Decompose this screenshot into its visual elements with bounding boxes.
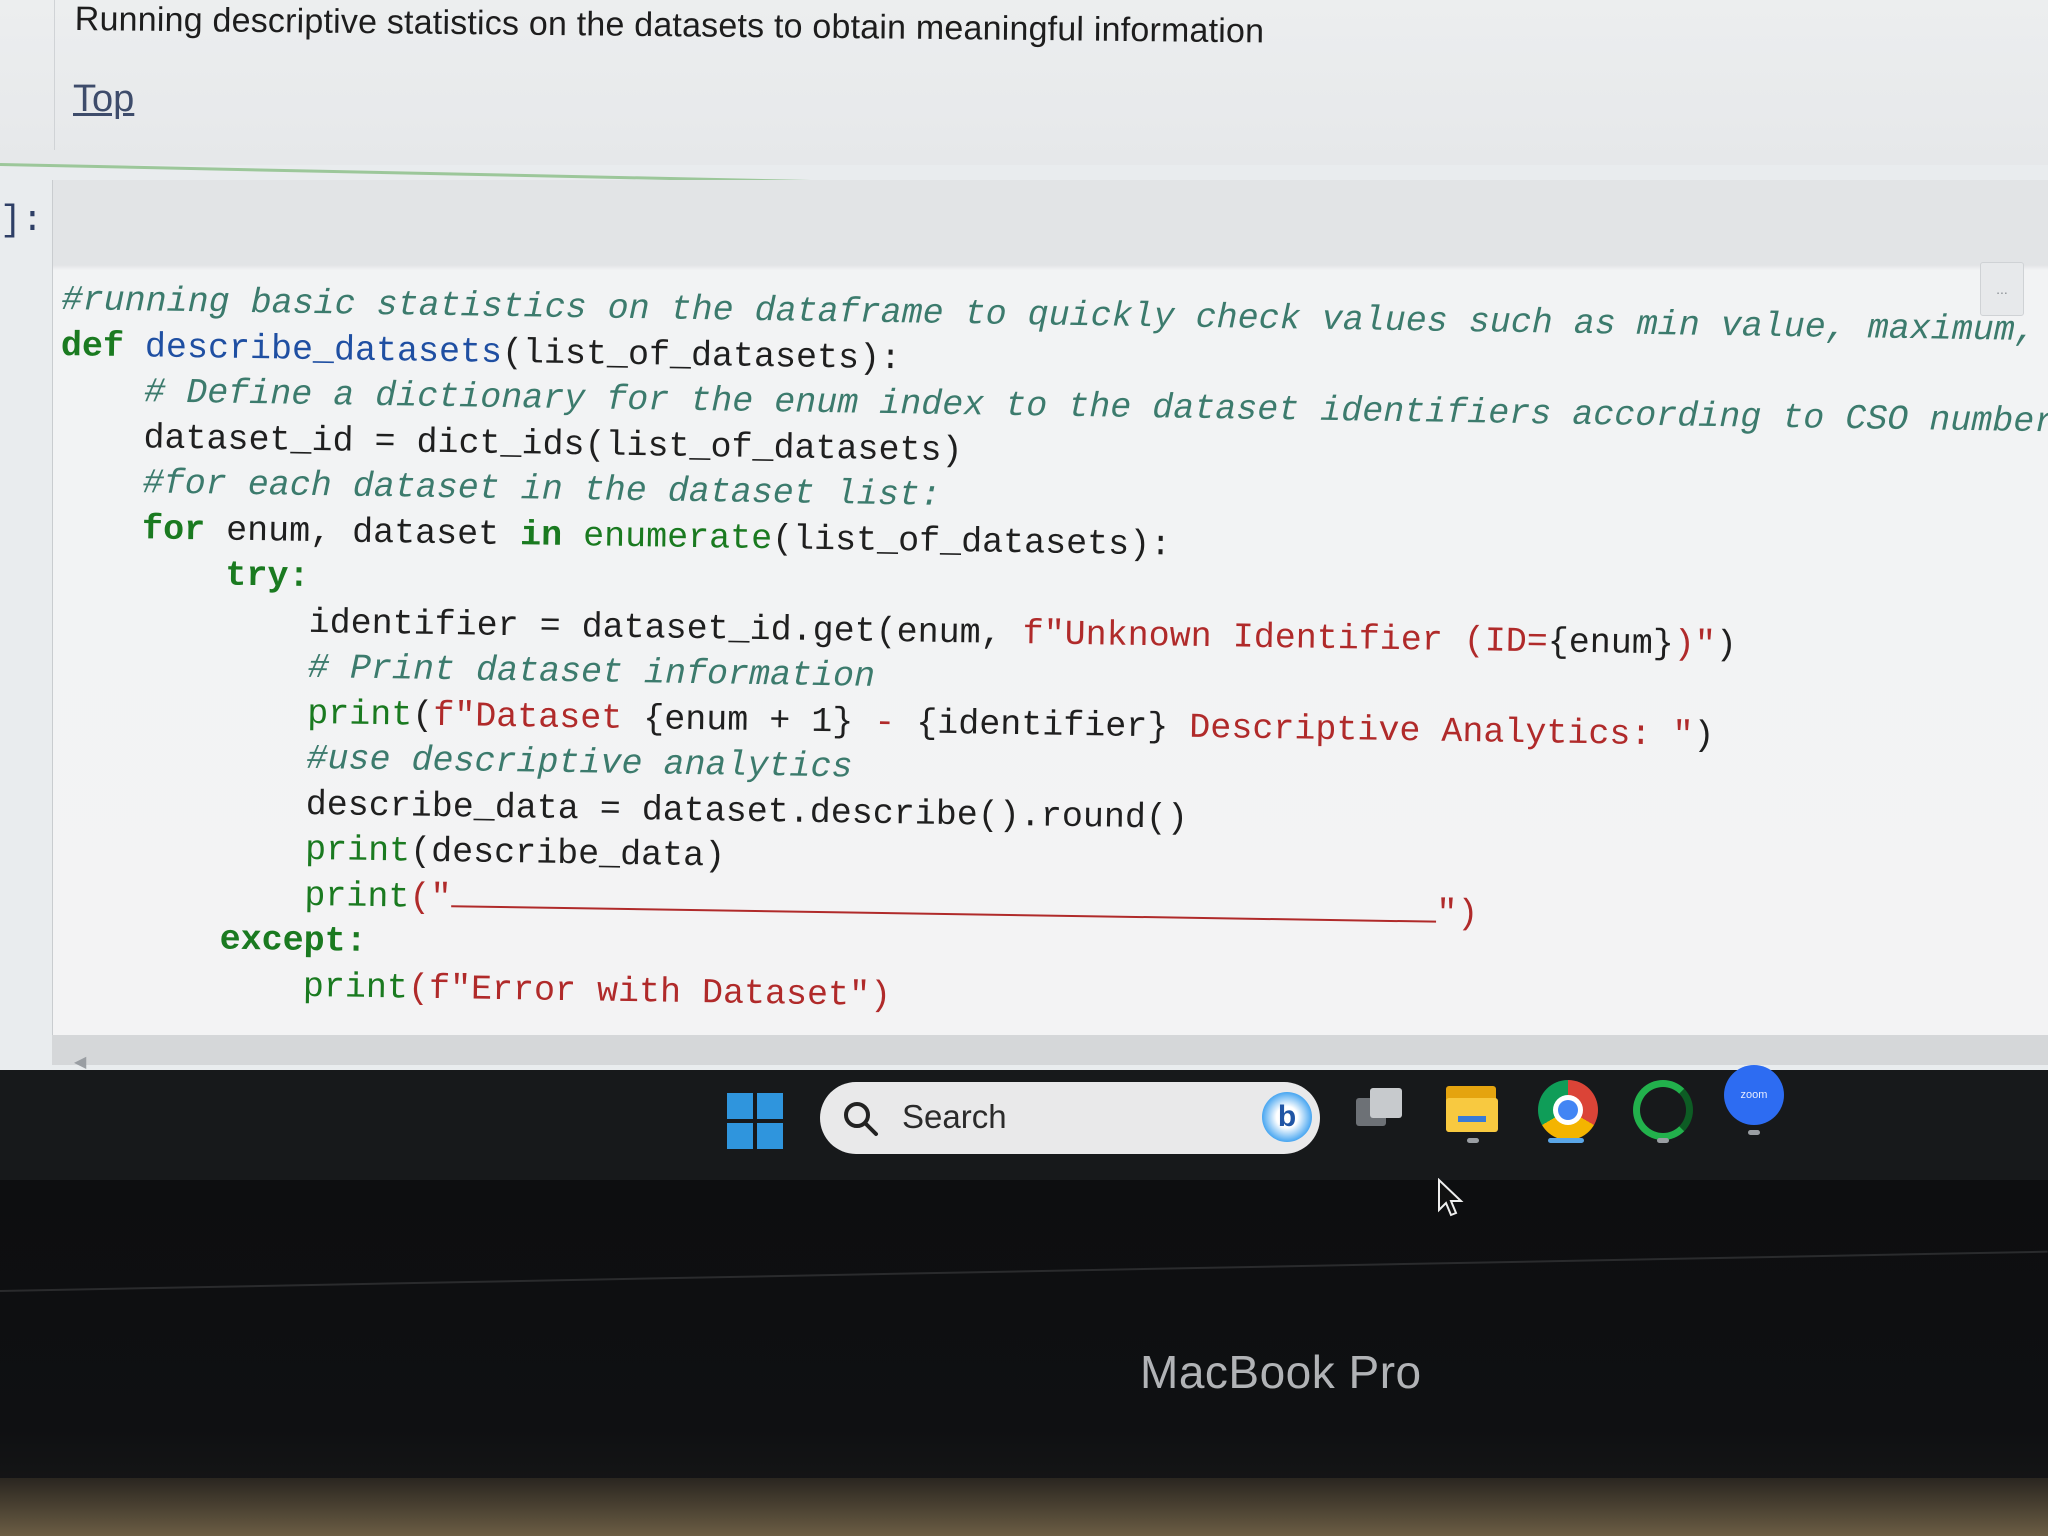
search-icon	[844, 1102, 878, 1136]
top-link[interactable]: Top	[73, 78, 134, 121]
start-button[interactable]	[727, 1093, 783, 1149]
code-editor[interactable]: #running basic statistics on the datafra…	[51, 278, 2048, 1040]
code-line-5: #for each dataset in the dataset list:	[142, 463, 942, 516]
in-keyword: in	[519, 514, 563, 556]
code-line-10-string: f"Dataset	[432, 695, 644, 739]
running-indicator	[1748, 1130, 1760, 1135]
print-builtin: print	[302, 966, 409, 1009]
code-line-10-dash: -	[852, 701, 917, 743]
enumerate-builtin: enumerate	[582, 515, 773, 559]
except-keyword: except:	[219, 919, 367, 962]
separator-string	[451, 878, 1437, 923]
markdown-heading: Running descriptive statistics on the da…	[74, 0, 1265, 51]
macbook-label: MacBook Pro	[1140, 1346, 1422, 1398]
code-line-12: describe_data = dataset.describe().round…	[305, 784, 1189, 839]
code-line-8-string-end: )"	[1673, 623, 1717, 665]
scroll-left-arrow-icon[interactable]: ◀	[74, 1052, 86, 1072]
windows-logo-icon	[727, 1123, 753, 1149]
code-line-11: #use descriptive analytics	[306, 738, 853, 788]
code-line-13: (describe_data)	[409, 831, 726, 877]
active-indicator	[1548, 1138, 1584, 1143]
windows-logo-icon	[757, 1093, 783, 1119]
running-indicator	[1467, 1138, 1479, 1143]
markdown-cell: Running descriptive statistics on the da…	[0, 0, 2048, 165]
code-line-8-var: {enum}	[1547, 621, 1675, 664]
taskbar-search-box[interactable]: Search b	[820, 1082, 1320, 1154]
running-indicator	[1657, 1138, 1669, 1143]
file-explorer-icon[interactable]	[1442, 1080, 1502, 1140]
horizontal-scrollbar[interactable]	[52, 1035, 2048, 1065]
for-keyword: for	[141, 508, 206, 550]
zoom-icon[interactable]: zoom	[1724, 1065, 1784, 1125]
cell-gutter	[54, 0, 55, 150]
windows-logo-icon	[727, 1093, 753, 1119]
print-builtin: print	[306, 693, 413, 736]
bing-icon[interactable]: b	[1262, 1092, 1312, 1142]
print-builtin: print	[304, 875, 410, 918]
code-line-8-close: )	[1715, 624, 1738, 665]
code-line-6-args: (list_of_datasets):	[771, 518, 1172, 565]
windows-logo-icon	[757, 1123, 783, 1149]
green-ring-app-icon[interactable]	[1633, 1080, 1693, 1140]
search-placeholder: Search	[902, 1098, 1007, 1135]
code-line-10-string-end: Descriptive Analytics: "	[1168, 706, 1694, 756]
task-view-icon[interactable]	[1348, 1080, 1408, 1140]
code-line-4: dataset_id = dict_ids(list_of_datasets)	[143, 417, 963, 471]
code-line-8: identifier = dataset_id.get(enum,	[308, 602, 1024, 654]
code-line-10-close: )	[1693, 715, 1715, 756]
code-line-10-var2: {identifier}	[916, 702, 1169, 747]
code-line-2-args: (list_of_datasets):	[501, 332, 902, 379]
chrome-icon[interactable]	[1538, 1080, 1598, 1140]
function-name: describe_datasets	[144, 326, 503, 373]
code-line-8-string: f"Unknown Identifier (ID=	[1022, 613, 1549, 662]
code-line-9: # Print dataset information	[307, 647, 876, 697]
code-line-14-open: ("	[409, 877, 452, 918]
try-keyword: try:	[225, 555, 310, 597]
print-builtin: print	[304, 829, 411, 872]
mouse-pointer-icon	[1438, 1178, 1464, 1217]
desk-surface	[0, 1478, 2048, 1536]
code-line-16: (f"Error with Dataset")	[407, 968, 892, 1016]
code-line-10-var1: {enum + 1}	[642, 698, 854, 742]
code-line-14-close: ")	[1435, 893, 1479, 934]
code-line-10-open: (	[411, 695, 434, 736]
def-keyword: def	[60, 325, 125, 367]
cell-prompt: ]:	[0, 200, 44, 241]
code-line-6-vars: enum, dataset	[204, 509, 521, 555]
